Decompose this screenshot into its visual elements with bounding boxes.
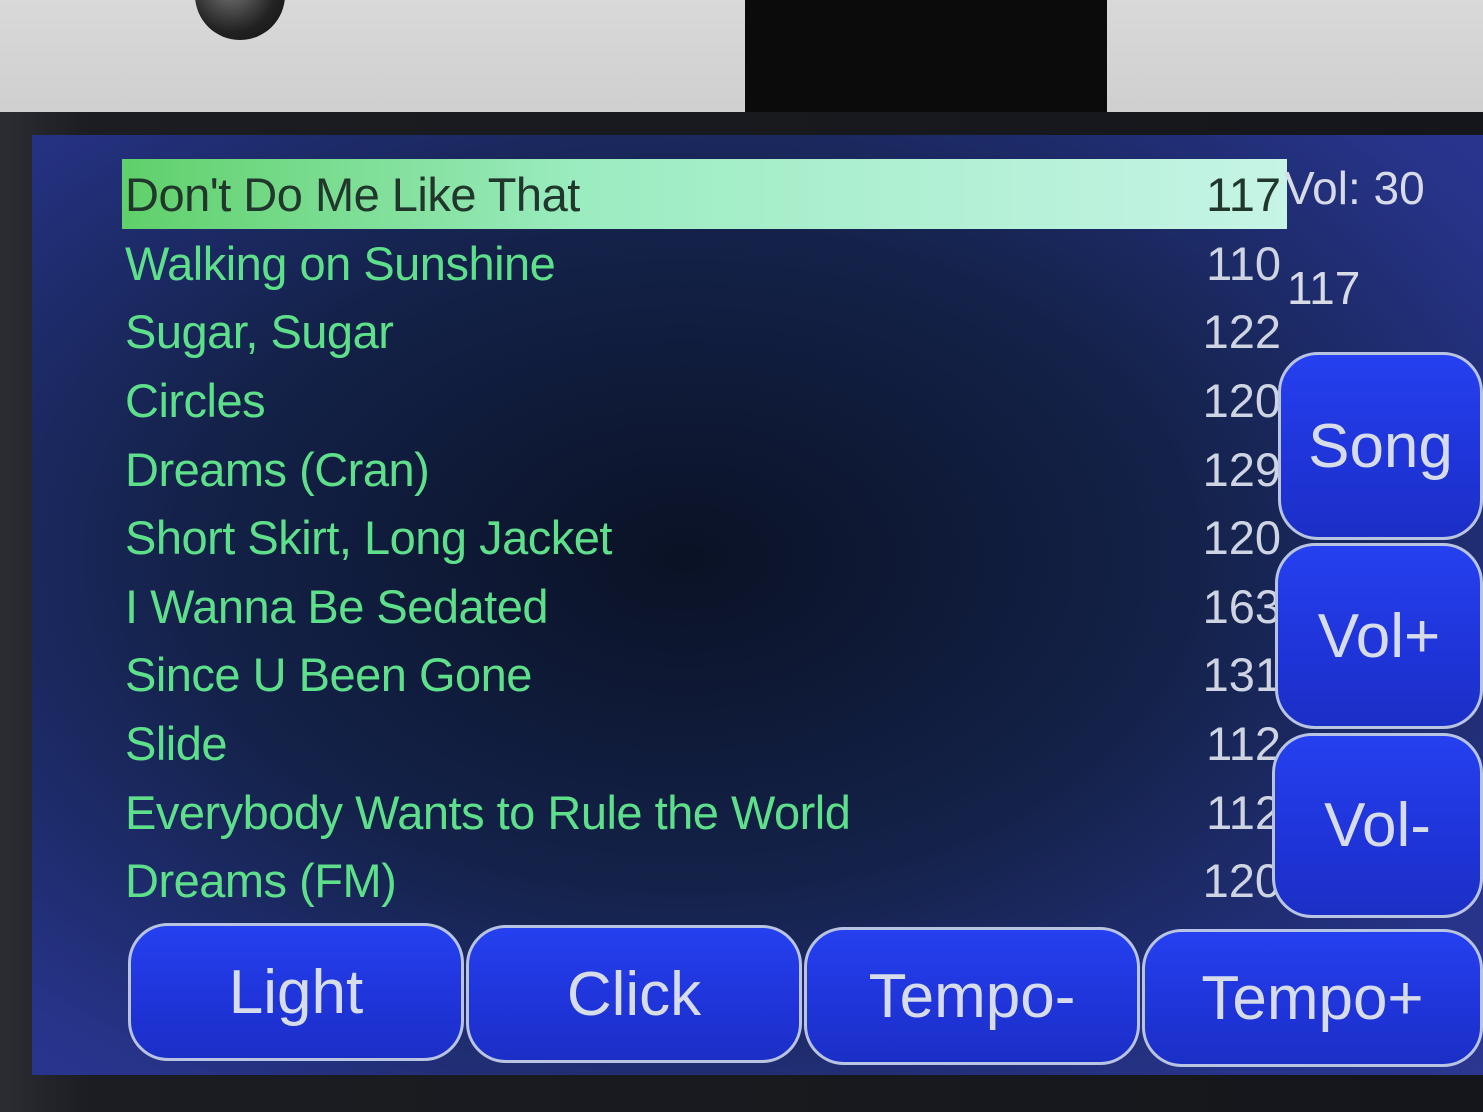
song-button[interactable]: Song: [1278, 352, 1483, 540]
volume-readout: Vol: 30: [1284, 162, 1425, 214]
song-tempo: 120: [1202, 373, 1281, 427]
song-row[interactable]: Walking on Sunshine 110: [122, 229, 1287, 298]
background-object: [195, 0, 285, 40]
song-title: Circles: [125, 373, 266, 427]
song-title: Slide: [125, 716, 228, 770]
song-tempo: 117: [1206, 167, 1281, 221]
song-title: Dreams (FM): [125, 854, 397, 908]
song-title: Dreams (Cran): [125, 442, 430, 496]
song-row[interactable]: Sugar, Sugar 122: [122, 298, 1287, 367]
tempo-down-button[interactable]: Tempo-: [804, 927, 1140, 1065]
song-list: Don't Do Me Like That 117 Walking on Sun…: [122, 159, 1287, 915]
song-title: Sugar, Sugar: [125, 305, 394, 359]
song-tempo: 112: [1206, 716, 1281, 770]
song-row[interactable]: Slide 112: [122, 709, 1287, 778]
song-title: Short Skirt, Long Jacket: [125, 511, 612, 565]
song-row[interactable]: Everybody Wants to Rule the World 112: [122, 778, 1287, 847]
tempo-up-button[interactable]: Tempo+: [1142, 929, 1483, 1067]
song-title: Since U Been Gone: [125, 648, 532, 702]
song-tempo: 120: [1202, 511, 1281, 565]
song-row[interactable]: Dreams (FM) 120: [122, 846, 1287, 915]
song-row[interactable]: Short Skirt, Long Jacket 120: [122, 503, 1287, 572]
song-title: Everybody Wants to Rule the World: [125, 785, 851, 839]
song-title: I Wanna Be Sedated: [125, 579, 549, 633]
click-button[interactable]: Click: [466, 925, 802, 1063]
current-tempo-readout: 117: [1287, 262, 1361, 314]
song-row[interactable]: I Wanna Be Sedated 163: [122, 572, 1287, 641]
song-tempo: 110: [1206, 236, 1281, 290]
song-tempo: 129: [1202, 442, 1281, 496]
background-object: [745, 0, 1107, 112]
photo-background-top: [0, 0, 1483, 118]
touch-screen: Don't Do Me Like That 117 Walking on Sun…: [32, 135, 1483, 1075]
song-tempo: 131: [1202, 648, 1281, 702]
song-title: Don't Do Me Like That: [125, 167, 580, 221]
song-tempo: 112: [1206, 785, 1281, 839]
song-row-selected[interactable]: Don't Do Me Like That 117: [122, 159, 1287, 229]
song-row[interactable]: Dreams (Cran) 129: [122, 435, 1287, 504]
volume-up-button[interactable]: Vol+: [1275, 543, 1483, 729]
song-row[interactable]: Circles 120: [122, 366, 1287, 435]
song-row[interactable]: Since U Been Gone 131: [122, 641, 1287, 710]
song-tempo: 163: [1202, 579, 1281, 633]
song-title: Walking on Sunshine: [125, 236, 556, 290]
song-tempo: 120: [1202, 854, 1281, 908]
light-button[interactable]: Light: [128, 923, 464, 1061]
song-tempo: 122: [1202, 305, 1281, 359]
volume-down-button[interactable]: Vol-: [1272, 733, 1483, 918]
